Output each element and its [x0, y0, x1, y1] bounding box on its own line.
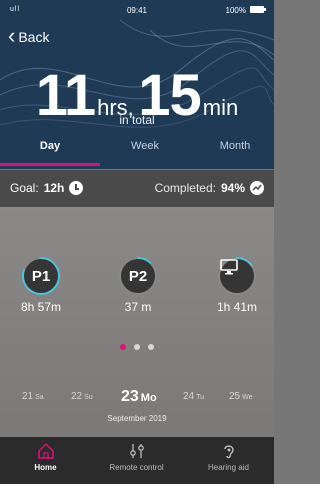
bottom-nav: Home Remote control Hearing aid	[0, 437, 274, 484]
status-bar: ull 09:41 100%	[0, 0, 274, 18]
date-item[interactable]: 24 Tu	[183, 391, 204, 402]
date-item[interactable]: 22 Su	[71, 391, 93, 402]
nav-remote-control[interactable]: Remote control	[91, 442, 182, 472]
date-item[interactable]: 25 We	[229, 391, 253, 402]
completed-info: Completed: 94%	[155, 181, 264, 195]
date-day: 24	[183, 391, 195, 402]
device-duration: 8h 57m	[20, 300, 62, 314]
trend-up-icon	[250, 181, 264, 195]
goal-value: 12h	[43, 181, 65, 195]
date-weekday: Mo	[140, 392, 157, 404]
tab-week[interactable]: Week	[100, 140, 190, 152]
summary-header: ull 09:41 100% ‹ Back 11hrs, 15min in to…	[0, 0, 274, 169]
date-weekday: We	[242, 394, 253, 401]
progress-ring	[217, 256, 257, 296]
date-weekday: Su	[84, 394, 93, 401]
nav-label: Hearing aid	[208, 463, 249, 472]
device-p2[interactable]: P2 37 m	[103, 256, 173, 314]
date-weekday: Tu	[196, 394, 205, 401]
back-label: Back	[18, 29, 50, 45]
goal-bar: Goal: 12h Completed: 94%	[0, 170, 274, 207]
tab-day[interactable]: Day	[10, 140, 90, 152]
total-subtitle: in total	[119, 113, 155, 127]
progress-ring: P1	[21, 256, 61, 296]
date-day: 23	[121, 388, 139, 405]
battery-icon	[250, 6, 266, 13]
monitor-icon	[220, 259, 238, 275]
page-dot[interactable]	[119, 344, 126, 350]
date-day: 25	[229, 391, 241, 402]
date-weekday: Sa	[35, 394, 44, 401]
completed-value: 94%	[220, 181, 245, 195]
device-icon-wrap	[220, 259, 254, 293]
date-item[interactable]: 21 Sa	[22, 391, 44, 402]
device-p1[interactable]: P1 8h 57m	[6, 256, 76, 314]
tab-month[interactable]: Month	[200, 140, 270, 152]
nav-label: Home	[34, 463, 57, 472]
page-dot[interactable]	[148, 344, 155, 350]
goal-info: Goal: 12h	[10, 181, 84, 195]
device-tv[interactable]: 1h 41m	[202, 256, 272, 314]
back-button[interactable]: ‹ Back	[8, 23, 50, 48]
device-label: P2	[121, 259, 155, 293]
chevron-left-icon: ‹	[8, 23, 16, 48]
completed-label: Completed:	[154, 181, 216, 195]
tab-indicator	[0, 163, 100, 166]
progress-ring: P2	[118, 256, 158, 296]
home-icon	[36, 442, 56, 460]
nav-label: Remote control	[109, 463, 164, 472]
battery-percent: 100%	[225, 6, 246, 15]
clock-icon[interactable]	[69, 181, 84, 195]
month-label: September 2019	[107, 414, 167, 423]
device-duration: 37 m	[124, 300, 152, 314]
date-item-selected[interactable]: 23 Mo	[121, 388, 157, 406]
nav-hearing-aid[interactable]: Hearing aid	[183, 442, 274, 472]
device-label: P1	[24, 259, 58, 293]
nav-home[interactable]: Home	[0, 442, 91, 472]
date-day: 22	[71, 391, 83, 402]
page-indicator	[0, 337, 274, 355]
goal-label: Goal:	[10, 181, 39, 195]
page-dot[interactable]	[134, 344, 140, 350]
app-screen: ull 09:41 100% ‹ Back 11hrs, 15min in to…	[0, 0, 274, 484]
ear-icon	[219, 442, 239, 460]
date-day: 21	[22, 391, 34, 402]
device-duration: 1h 41m	[216, 300, 258, 314]
sliders-icon	[127, 442, 147, 460]
